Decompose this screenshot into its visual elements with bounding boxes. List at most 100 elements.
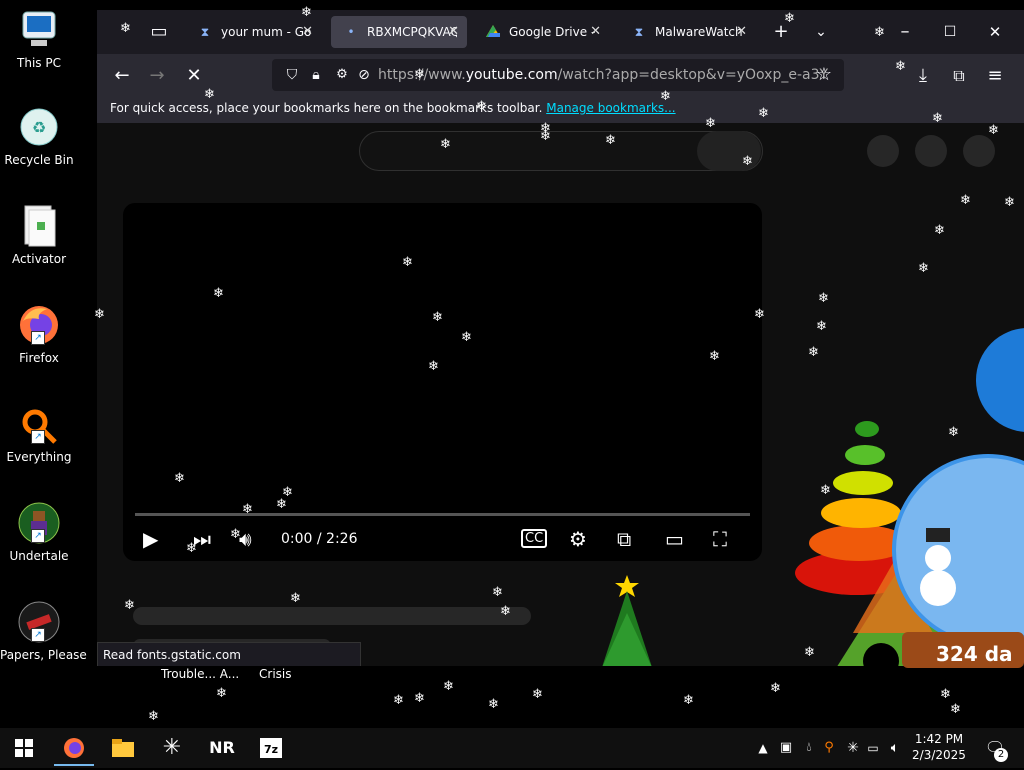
downloads-icon[interactable]: ⤓: [911, 64, 935, 88]
snowflake-icon: ❄: [895, 59, 906, 74]
snowflake-icon: ❄: [918, 261, 929, 276]
tab-your-mum[interactable]: ⧗ your mum - Goo ✕: [185, 16, 321, 48]
start-windows-icon[interactable]: [4, 732, 44, 764]
tray-drop-icon[interactable]: 💧︎: [798, 732, 820, 764]
notification-center-icon[interactable]: 🗨︎ 2: [980, 732, 1010, 764]
back-icon[interactable]: ←: [110, 64, 134, 88]
svg-text:♻: ♻: [32, 118, 46, 137]
page-content: ▶ ⏭ 🔊︎ 0:00 / 2:26 CC ⚙ ⧉ ▭ ⛶ Read fonts…: [97, 123, 1024, 666]
header-button-placeholder[interactable]: [867, 135, 899, 167]
snowflake-icon: ❄: [301, 5, 312, 20]
snowflake-icon: ❄: [440, 137, 451, 152]
snowflake-icon: ❄: [540, 121, 551, 136]
snowflake-icon: ❄: [282, 485, 293, 500]
shortcut-arrow-icon: ↗: [31, 331, 45, 345]
avatar-placeholder[interactable]: [963, 135, 995, 167]
loading-dot-icon: •: [347, 25, 355, 39]
minimize-icon[interactable]: –: [893, 20, 917, 44]
snowflake-app-icon[interactable]: ✳: [152, 732, 192, 764]
7zip-icon[interactable]: 7z: [251, 732, 291, 764]
settings-gear-icon[interactable]: ⚙: [569, 525, 587, 553]
tab-google-drive[interactable]: Google Drive - V ✕: [473, 16, 609, 48]
url-bar[interactable]: ⛉ 🔒︎ ⚙ ⊘ https://www.youtube.com/watch?a…: [272, 59, 844, 91]
desktop-icon-recycle-bin[interactable]: ♻ Recycle Bin: [0, 105, 78, 167]
desktop-icon-papers-please[interactable]: ↗ Papers, Please: [0, 600, 87, 662]
snow-globe-image: 324 da: [888, 320, 1024, 684]
tracking-blocked-icon[interactable]: ⊘: [352, 63, 376, 87]
taskbar-nr-app[interactable]: NR: [202, 732, 242, 764]
miniplayer-icon[interactable]: ⧉: [617, 525, 631, 553]
close-tab-icon[interactable]: ✕: [302, 16, 313, 48]
list-all-tabs-icon[interactable]: ⌄: [809, 20, 833, 44]
stop-loading-icon[interactable]: ✕: [182, 64, 206, 88]
desktop-icon-undertale[interactable]: ↗ Undertale: [0, 501, 78, 563]
lock-icon[interactable]: 🔒︎: [304, 63, 328, 87]
snowflake-icon: ❄: [770, 681, 781, 696]
tray-search-icon[interactable]: ⚲: [818, 732, 840, 764]
snowflake-icon: ❄: [186, 541, 197, 556]
clock-time: 1:42 PM: [914, 732, 964, 746]
snowflake-icon: ❄: [290, 591, 301, 606]
snowflake-icon: ❄: [532, 687, 543, 702]
tab-rbxmcpqkvaq[interactable]: • RBXMCPQKVAQ ✕: [331, 16, 467, 48]
tray-store-icon[interactable]: ▣: [775, 732, 797, 764]
tray-snowflake-icon[interactable]: ✳: [842, 732, 864, 764]
snowflake-icon: ❄: [204, 87, 215, 102]
christmas-tree-image: [577, 573, 677, 666]
shield-icon[interactable]: ⛉: [280, 63, 304, 87]
permissions-icon[interactable]: ⚙: [330, 63, 354, 87]
forward-icon[interactable]: →: [145, 64, 169, 88]
manage-bookmarks-link[interactable]: Manage bookmarks...: [546, 101, 675, 115]
captions-icon[interactable]: CC: [521, 525, 548, 553]
svg-text:7z: 7z: [264, 743, 278, 756]
snowflake-icon: ❄: [950, 702, 961, 717]
snowflake-icon: ❄: [492, 585, 503, 600]
document-icon: [17, 204, 61, 248]
desktop-icon-activator[interactable]: Activator: [0, 204, 78, 266]
close-tab-icon[interactable]: ✕: [448, 16, 459, 48]
snowflake-icon: ❄: [816, 319, 827, 334]
recycle-bin-icon: ♻: [17, 105, 61, 149]
snowflake-icon: ❄: [948, 425, 959, 440]
theater-mode-icon[interactable]: ▭: [665, 525, 684, 553]
tab-bar: ▭ ⧗ your mum - Goo ✕ • RBXMCPQKVAQ ✕ Google …: [97, 10, 1024, 54]
app-menu-icon[interactable]: ≡: [983, 64, 1007, 88]
snowflake-icon: ❄: [216, 686, 227, 701]
play-icon[interactable]: ▶: [143, 525, 158, 553]
countdown-text: 324 da: [936, 642, 1013, 666]
desktop-icon-label: Activator: [11, 252, 67, 266]
snowflake-icon: ❄: [605, 133, 616, 148]
volume-muted-icon[interactable]: 🔈︎: [884, 732, 906, 764]
undertale-icon: ↗: [17, 501, 61, 545]
snowflake-icon: ❄: [988, 123, 999, 138]
tab-overview-icon[interactable]: ▭: [147, 20, 171, 44]
close-window-icon[interactable]: ✕: [983, 20, 1007, 44]
desktop-icon-this-pc[interactable]: This PC: [0, 8, 78, 70]
snowflake-icon: ❄: [820, 483, 831, 498]
bookmark-star-icon[interactable]: ☆: [812, 63, 836, 87]
extensions-icon[interactable]: ⧉: [947, 64, 971, 88]
maximize-icon[interactable]: ☐: [938, 20, 962, 44]
desktop-icon-everything[interactable]: ↗ Everything: [0, 402, 78, 464]
desktop-icon-firefox[interactable]: ↗ Firefox: [0, 303, 78, 365]
bookmarks-toolbar: For quick access, place your bookmarks h…: [97, 98, 1024, 123]
close-tab-icon[interactable]: ✕: [736, 16, 747, 48]
file-explorer-icon[interactable]: [103, 732, 143, 764]
desktop-icon-label-partial: Crisis: [259, 667, 292, 681]
close-tab-icon[interactable]: ✕: [590, 16, 601, 48]
header-button-placeholder[interactable]: [915, 135, 947, 167]
clock[interactable]: 1:42 PM 2/3/2025: [910, 731, 968, 763]
desktop: This PC ♻ Recycle Bin Activator ↗ Firefo…: [0, 0, 1024, 728]
taskbar-firefox-icon[interactable]: [54, 732, 94, 766]
desktop-icon-label: Everything: [6, 450, 72, 464]
fullscreen-icon[interactable]: ⛶: [713, 525, 727, 553]
video-player[interactable]: ▶ ⏭ 🔊︎ 0:00 / 2:26 CC ⚙ ⧉ ▭ ⛶: [123, 203, 762, 561]
network-icon[interactable]: ▭: [862, 732, 884, 764]
hourglass-icon: ⧗: [200, 25, 210, 39]
snowflake-icon: ❄: [709, 349, 720, 364]
tray-app-icon[interactable]: ▲: [752, 732, 774, 764]
hourglass-icon: ⧗: [634, 25, 644, 39]
tab-malwarewatch[interactable]: ⧗ MalwareWatch ✕: [619, 16, 755, 48]
progress-bar[interactable]: [135, 513, 750, 516]
snowflake-icon: ❄: [784, 11, 795, 26]
